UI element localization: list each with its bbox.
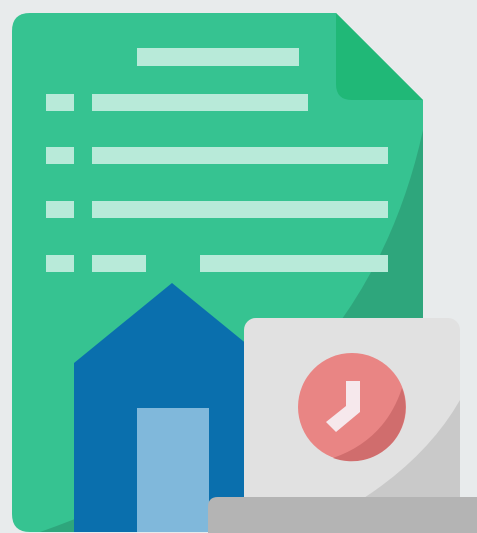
bullet-2: [46, 147, 74, 164]
house-door: [137, 408, 209, 532]
document-heading-line: [137, 48, 299, 66]
text-line-4b: [200, 255, 388, 272]
bullet-1: [46, 94, 74, 111]
bullet-3: [46, 201, 74, 218]
laptop-base: [208, 497, 477, 533]
clock-icon: [298, 353, 406, 462]
text-line-1: [92, 94, 308, 111]
text-line-2: [92, 147, 388, 164]
text-line-3: [92, 201, 388, 218]
document-home-laptop-illustration: [0, 0, 477, 533]
text-line-4a: [92, 255, 146, 272]
bullet-4: [46, 255, 74, 272]
